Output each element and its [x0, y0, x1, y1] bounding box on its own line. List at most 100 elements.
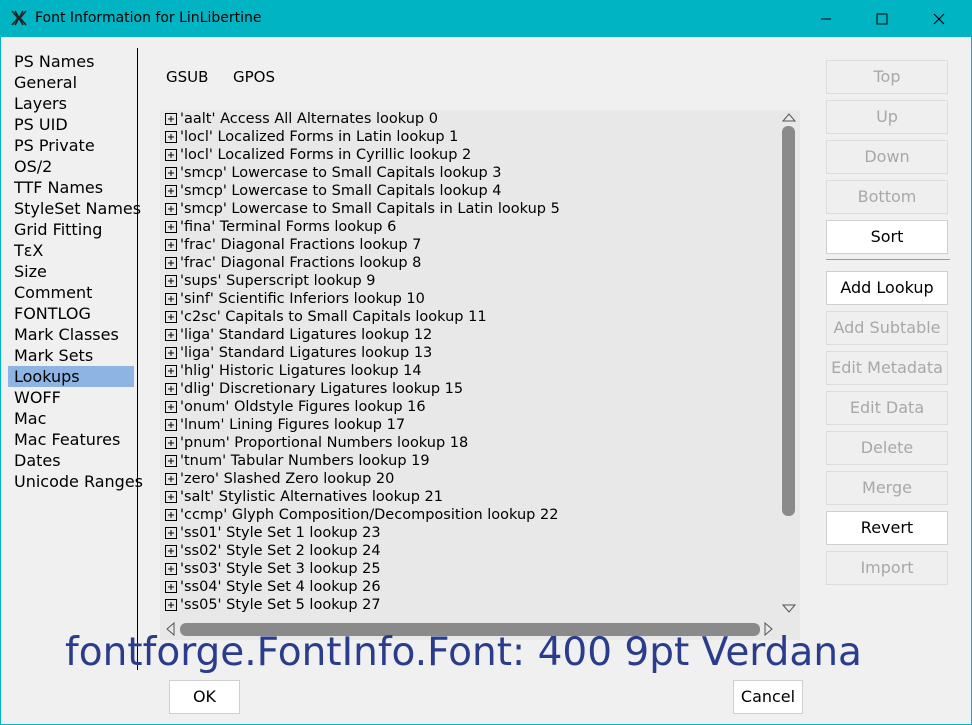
list-item[interactable]: 'ss01' Style Set 1 lookup 23	[165, 524, 777, 542]
add-lookup-button[interactable]: Add Lookup	[826, 271, 948, 305]
close-button[interactable]	[910, 0, 968, 37]
list-item[interactable]: 'smcp' Lowercase to Small Capitals looku…	[165, 164, 777, 182]
sidebar-item-ttf-names[interactable]: TTF Names	[8, 177, 134, 198]
plus-box-icon[interactable]	[165, 419, 177, 431]
sidebar-item-layers[interactable]: Layers	[8, 93, 134, 114]
plus-box-icon[interactable]	[165, 329, 177, 341]
cancel-button[interactable]: Cancel	[733, 680, 803, 714]
plus-box-icon[interactable]	[165, 455, 177, 467]
sidebar-item-grid-fitting[interactable]: Grid Fitting	[8, 219, 134, 240]
tab-gpos[interactable]: GPOS	[233, 68, 275, 86]
sidebar-item-woff[interactable]: WOFF	[8, 387, 134, 408]
ok-button[interactable]: OK	[169, 680, 240, 714]
sidebar-item-dates[interactable]: Dates	[8, 450, 134, 471]
sidebar-item-fontlog[interactable]: FONTLOG	[8, 303, 134, 324]
list-item[interactable]: 'frac' Diagonal Fractions lookup 8	[165, 254, 777, 272]
plus-box-icon[interactable]	[165, 491, 177, 503]
sidebar-item-ps-private[interactable]: PS Private	[8, 135, 134, 156]
list-item[interactable]: 'ss04' Style Set 4 lookup 26	[165, 578, 777, 596]
list-item[interactable]: 'liga' Standard Ligatures lookup 12	[165, 326, 777, 344]
sidebar-item-styleset-names[interactable]: StyleSet Names	[8, 198, 141, 219]
top-button[interactable]: Top	[826, 60, 948, 94]
vertical-scroll-thumb[interactable]	[782, 126, 795, 516]
plus-box-icon[interactable]	[165, 149, 177, 161]
plus-box-icon[interactable]	[165, 545, 177, 557]
list-item[interactable]: 'pnum' Proportional Numbers lookup 18	[165, 434, 777, 452]
plus-box-icon[interactable]	[165, 527, 177, 539]
plus-box-icon[interactable]	[165, 437, 177, 449]
plus-box-icon[interactable]	[165, 383, 177, 395]
plus-box-icon[interactable]	[165, 185, 177, 197]
list-item[interactable]: 'ccmp' Glyph Composition/Decomposition l…	[165, 506, 777, 524]
plus-box-icon[interactable]	[165, 239, 177, 251]
list-item[interactable]: 'smcp' Lowercase to Small Capitals in La…	[165, 200, 777, 218]
plus-box-icon[interactable]	[165, 599, 177, 611]
merge-button[interactable]: Merge	[826, 471, 948, 505]
plus-box-icon[interactable]	[165, 221, 177, 233]
sidebar-item-mac-features[interactable]: Mac Features	[8, 429, 134, 450]
plus-box-icon[interactable]	[165, 365, 177, 377]
edit-metadata-button[interactable]: Edit Metadata	[826, 351, 948, 385]
sort-button[interactable]: Sort	[826, 220, 948, 254]
list-item[interactable]: 'salt' Stylistic Alternatives lookup 21	[165, 488, 777, 506]
list-item[interactable]: 'smcp' Lowercase to Small Capitals looku…	[165, 182, 777, 200]
list-item[interactable]: 'hlig' Historic Ligatures lookup 14	[165, 362, 777, 380]
sidebar-item-unicode-ranges[interactable]: Unicode Ranges	[8, 471, 143, 492]
sidebar-item-mark-sets[interactable]: Mark Sets	[8, 345, 134, 366]
tab-gsub[interactable]: GSUB	[166, 68, 208, 86]
list-item[interactable]: 'zero' Slashed Zero lookup 20	[165, 470, 777, 488]
sidebar-item-comment[interactable]: Comment	[8, 282, 134, 303]
plus-box-icon[interactable]	[165, 401, 177, 413]
sidebar-item-ps-names[interactable]: PS Names	[8, 51, 134, 72]
title-bar[interactable]: Font Information for LinLibertine	[0, 0, 972, 37]
list-item[interactable]: 'lnum' Lining Figures lookup 17	[165, 416, 777, 434]
sidebar-item-t-x[interactable]: TεX	[8, 240, 134, 261]
down-button[interactable]: Down	[826, 140, 948, 174]
revert-button[interactable]: Revert	[826, 511, 948, 545]
bottom-button[interactable]: Bottom	[826, 180, 948, 214]
scroll-down-icon[interactable]	[780, 602, 798, 616]
sidebar-item-os-2[interactable]: OS/2	[8, 156, 134, 177]
plus-box-icon[interactable]	[165, 563, 177, 575]
sidebar-item-mark-classes[interactable]: Mark Classes	[8, 324, 134, 345]
list-item[interactable]: 'sinf' Scientific Inferiors lookup 10	[165, 290, 777, 308]
list-item[interactable]: 'tnum' Tabular Numbers lookup 19	[165, 452, 777, 470]
plus-box-icon[interactable]	[165, 347, 177, 359]
up-button[interactable]: Up	[826, 100, 948, 134]
plus-box-icon[interactable]	[165, 311, 177, 323]
list-item[interactable]: 'liga' Standard Ligatures lookup 13	[165, 344, 777, 362]
plus-box-icon[interactable]	[165, 293, 177, 305]
minimize-button[interactable]	[797, 0, 855, 37]
sidebar-item-size[interactable]: Size	[8, 261, 134, 282]
plus-box-icon[interactable]	[165, 113, 177, 125]
list-item[interactable]: 'sups' Superscript lookup 9	[165, 272, 777, 290]
plus-box-icon[interactable]	[165, 275, 177, 287]
plus-box-icon[interactable]	[165, 581, 177, 593]
plus-box-icon[interactable]	[165, 131, 177, 143]
scroll-up-icon[interactable]	[780, 110, 798, 124]
list-item[interactable]: 'locl' Localized Forms in Cyrillic looku…	[165, 146, 777, 164]
plus-box-icon[interactable]	[165, 509, 177, 521]
sidebar-item-mac[interactable]: Mac	[8, 408, 134, 429]
plus-box-icon[interactable]	[165, 473, 177, 485]
maximize-button[interactable]	[853, 0, 911, 37]
delete-button[interactable]: Delete	[826, 431, 948, 465]
plus-box-icon[interactable]	[165, 203, 177, 215]
edit-data-button[interactable]: Edit Data	[826, 391, 948, 425]
list-item[interactable]: 'onum' Oldstyle Figures lookup 16	[165, 398, 777, 416]
list-item[interactable]: 'locl' Localized Forms in Latin lookup 1	[165, 128, 777, 146]
lookup-list[interactable]: 'aalt' Access All Alternates lookup 0 'lo…	[165, 110, 777, 618]
list-item[interactable]: 'c2sc' Capitals to Small Capitals lookup…	[165, 308, 777, 326]
list-item[interactable]: 'ss05' Style Set 5 lookup 27	[165, 596, 777, 614]
sidebar-item-lookups[interactable]: Lookups	[8, 366, 134, 387]
list-item[interactable]: 'ss02' Style Set 2 lookup 24	[165, 542, 777, 560]
list-item[interactable]: 'frac' Diagonal Fractions lookup 7	[165, 236, 777, 254]
list-item[interactable]: 'ss03' Style Set 3 lookup 25	[165, 560, 777, 578]
plus-box-icon[interactable]	[165, 167, 177, 179]
list-item[interactable]: 'dlig' Discretionary Ligatures lookup 15	[165, 380, 777, 398]
import-button[interactable]: Import	[826, 551, 948, 585]
add-subtable-button[interactable]: Add Subtable	[826, 311, 948, 345]
plus-box-icon[interactable]	[165, 257, 177, 269]
list-item[interactable]: 'fina' Terminal Forms lookup 6	[165, 218, 777, 236]
list-item[interactable]: 'aalt' Access All Alternates lookup 0	[165, 110, 777, 128]
